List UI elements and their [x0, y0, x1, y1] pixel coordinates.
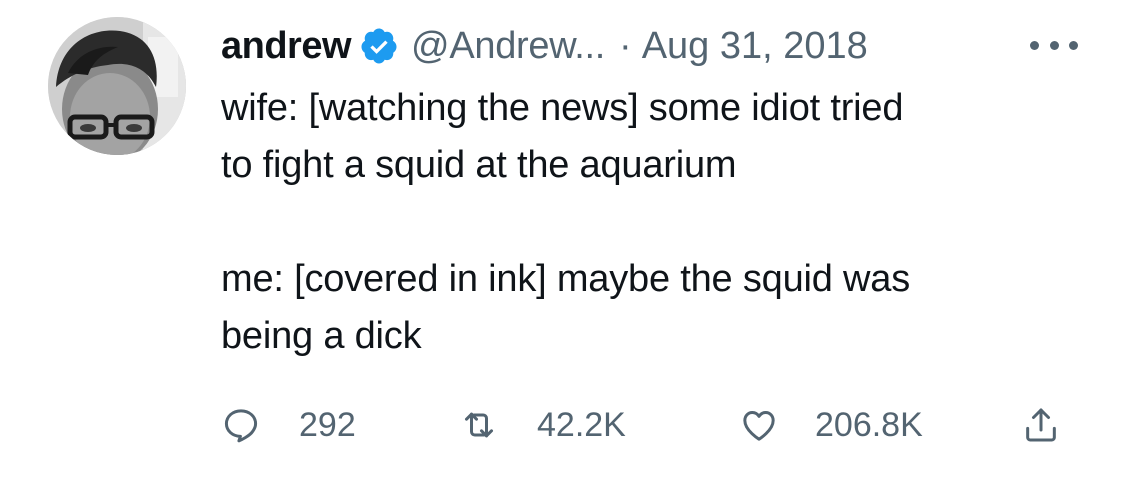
retweet-button[interactable]: 42.2K [459, 395, 626, 455]
retweet-icon [459, 405, 499, 445]
user-handle[interactable]: @Andrew... [411, 25, 605, 68]
avatar[interactable] [48, 17, 186, 155]
like-count: 206.8K [815, 405, 923, 444]
tweet-text-line: wife: [watching the news] some idiot tri… [221, 87, 904, 129]
retweet-count: 42.2K [537, 405, 626, 444]
like-button[interactable]: 206.8K [739, 395, 923, 455]
tweet-actions: 292 42.2K 206.8K [221, 395, 1081, 455]
avatar-photo [48, 17, 186, 155]
tweet-text-line: me: [covered in ink] maybe the squid was [221, 258, 911, 300]
more-icon[interactable] [1030, 30, 1078, 60]
tweet-text-line: to fight a squid at the aquarium [221, 144, 737, 186]
display-name[interactable]: andrew [221, 25, 352, 68]
reply-icon [221, 405, 261, 445]
tweet-text-line: being a dick [221, 315, 422, 357]
heart-icon [739, 405, 779, 445]
reply-count: 292 [299, 405, 356, 444]
tweet-header: andrew @Andrew... · Aug 31, 2018 [221, 22, 868, 70]
tweet[interactable]: andrew @Andrew... · Aug 31, 2018 wife: [… [0, 0, 1125, 479]
separator-dot: · [619, 24, 632, 67]
tweet-date[interactable]: Aug 31, 2018 [642, 25, 868, 68]
verified-badge-icon [359, 26, 399, 66]
tweet-text: wife: [watching the news] some idiot tri… [221, 80, 1081, 365]
reply-button[interactable]: 292 [221, 395, 356, 455]
share-button[interactable] [1021, 395, 1061, 455]
share-icon [1021, 405, 1061, 445]
